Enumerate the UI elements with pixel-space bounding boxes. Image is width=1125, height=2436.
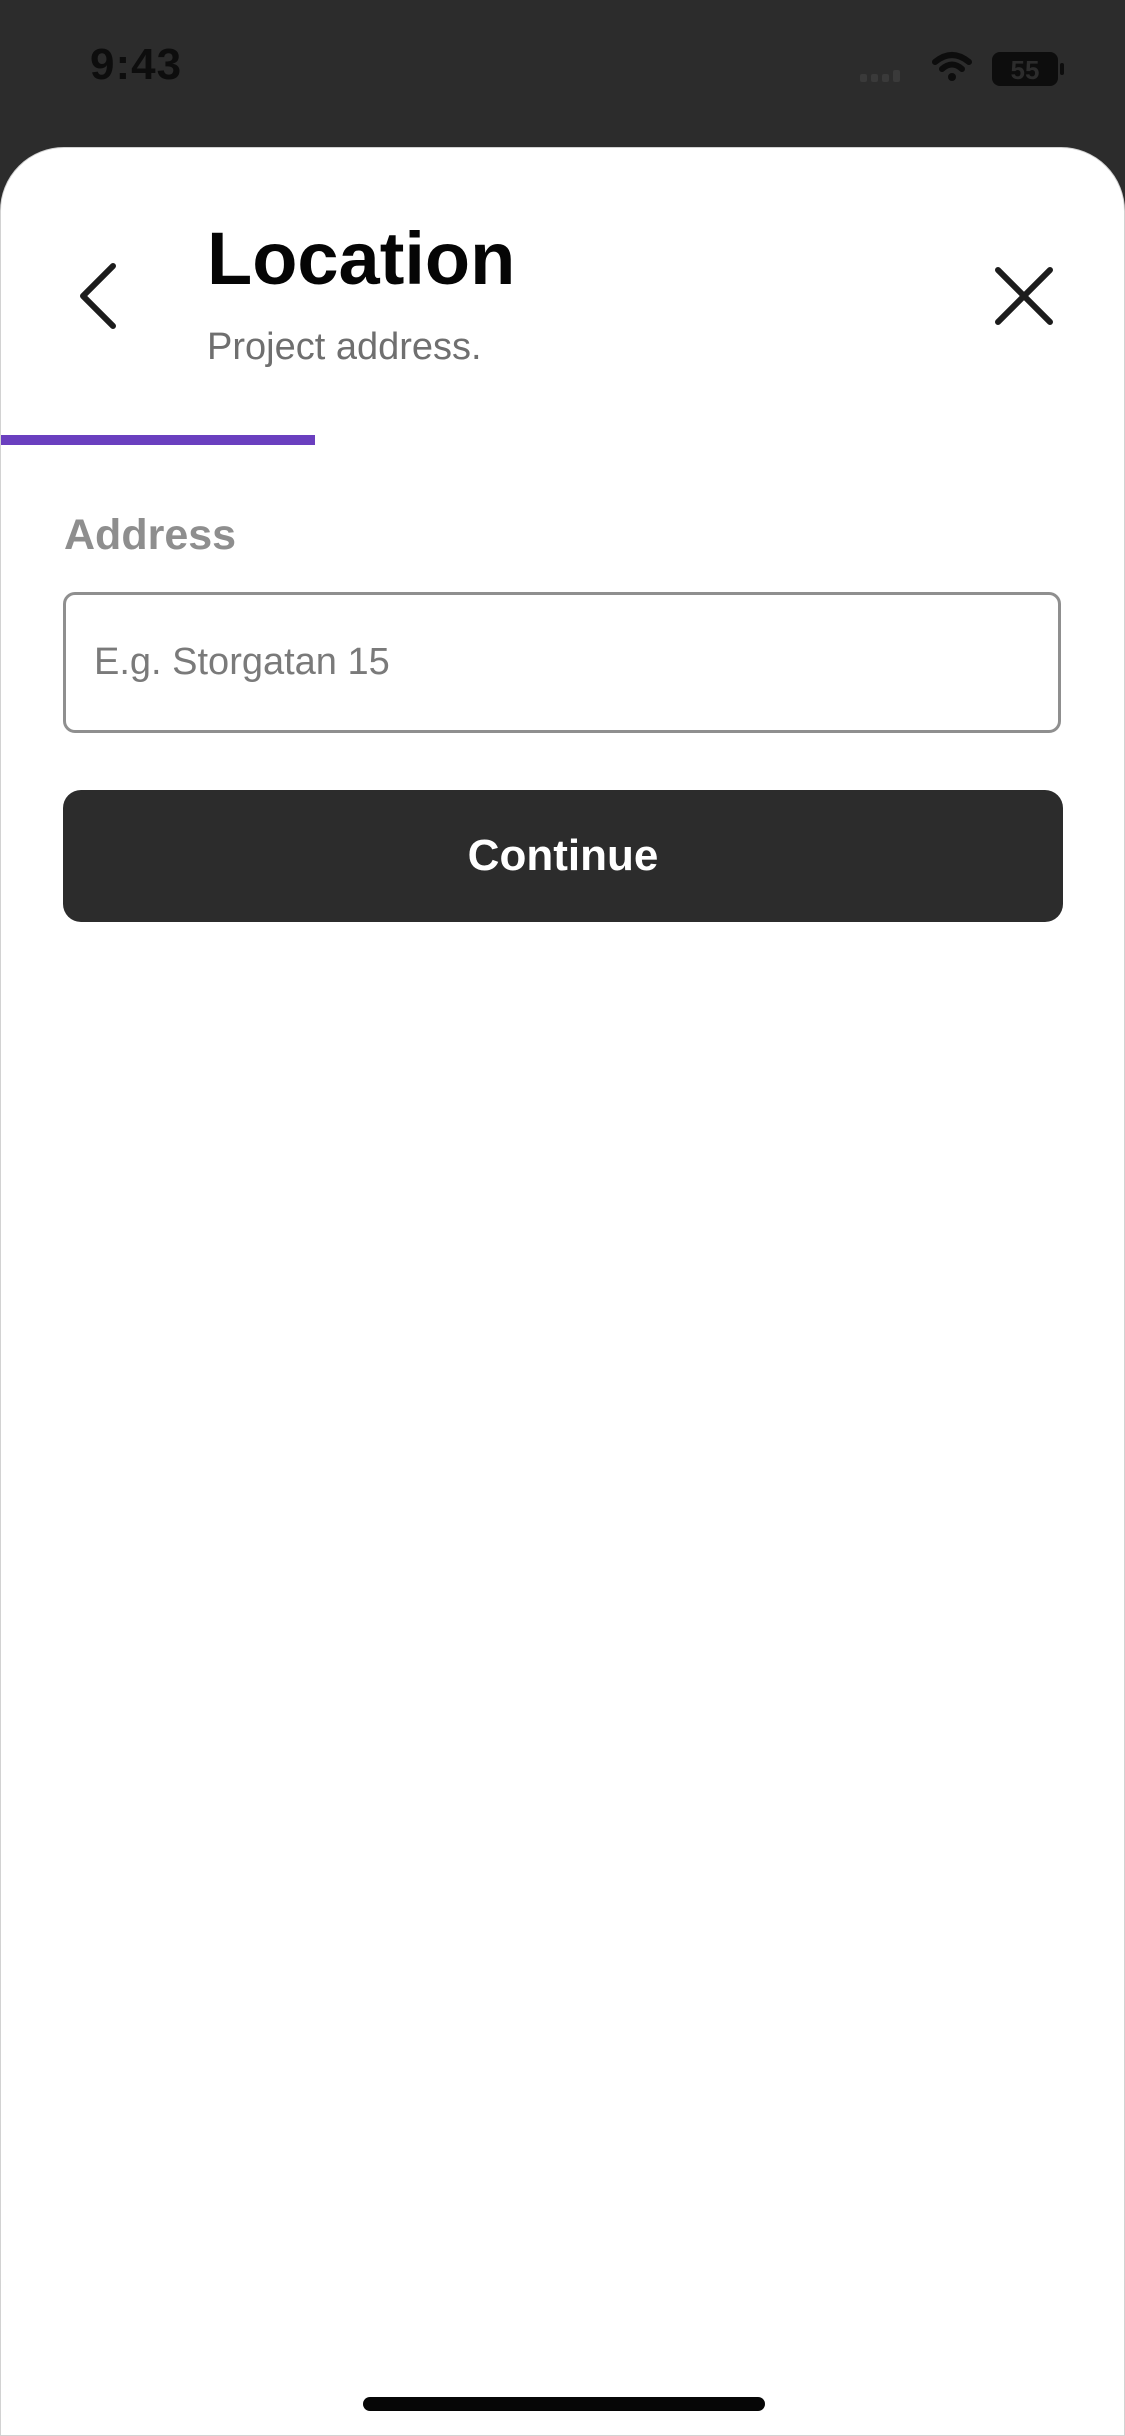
page-subtitle: Project address. (207, 326, 482, 368)
status-bar: 9:43 55 (0, 0, 1125, 150)
progress-bar (1, 435, 1124, 445)
home-indicator (363, 2397, 765, 2411)
close-button[interactable] (984, 256, 1064, 336)
progress-fill (1, 435, 316, 445)
close-icon (995, 267, 1053, 325)
back-button[interactable] (61, 256, 141, 336)
location-sheet: Location Project address. Address Contin… (0, 147, 1125, 2436)
battery-icon: 55 (992, 52, 1064, 86)
continue-button[interactable]: Continue (63, 790, 1063, 922)
battery-level: 55 (1011, 55, 1040, 85)
status-time: 9:43 (90, 40, 183, 89)
page-title: Location (207, 217, 516, 300)
wifi-icon (932, 52, 972, 81)
cellular-signal-icon (860, 70, 900, 82)
chevron-left-icon (80, 263, 116, 329)
status-icons: 55 (860, 52, 1064, 86)
address-label: Address (64, 511, 237, 559)
address-input[interactable] (63, 592, 1061, 733)
